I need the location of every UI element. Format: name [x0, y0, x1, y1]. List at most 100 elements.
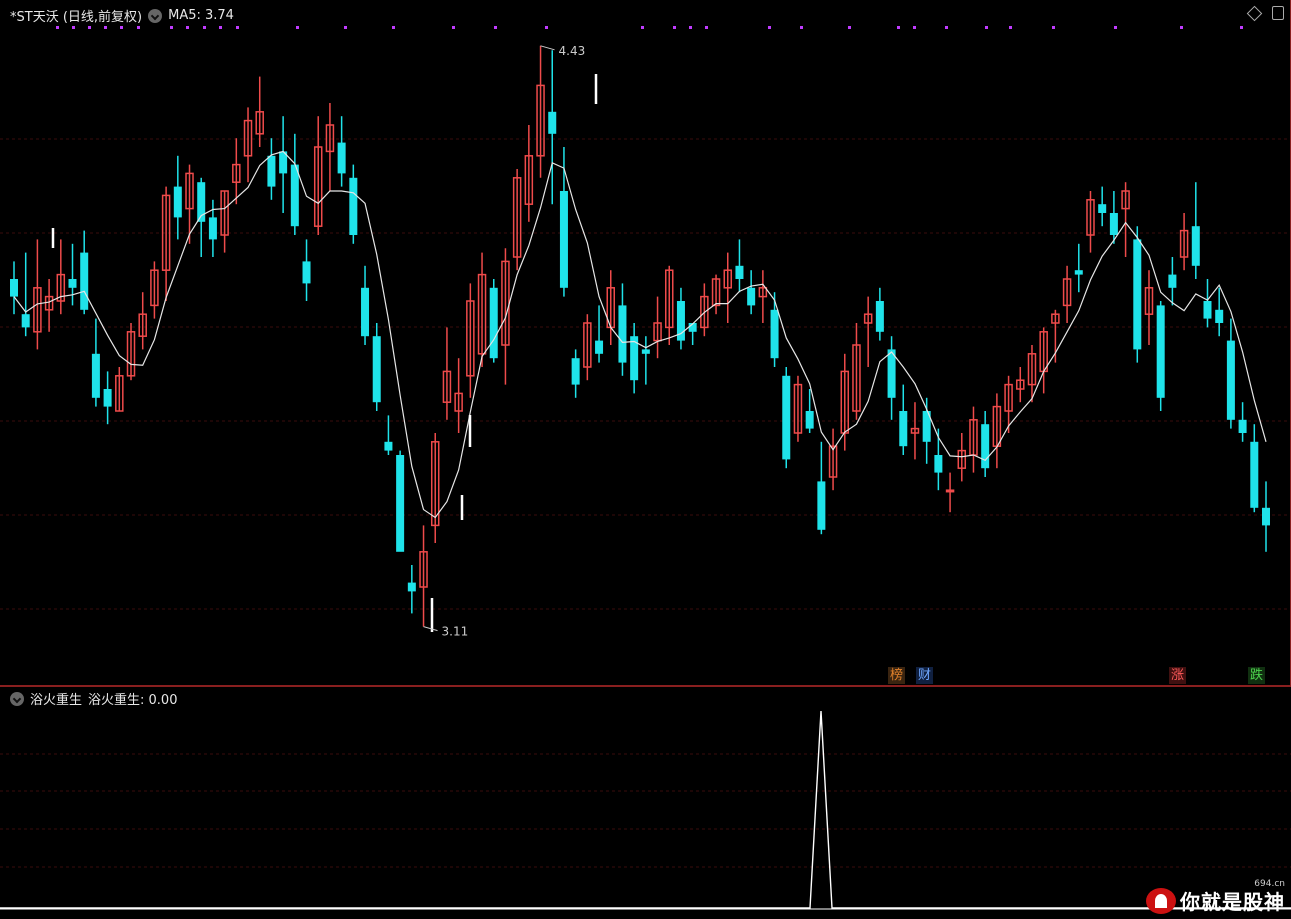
indicator-legend: 浴火重生 浴火重生: 0.00 — [10, 689, 177, 708]
candle-body — [641, 349, 650, 354]
signal-dot — [56, 26, 59, 29]
signal-dot — [296, 26, 299, 29]
candle-body — [1250, 441, 1259, 508]
chart-title: *ST天沃 (日线,前复权) — [10, 10, 143, 25]
candle-body — [559, 191, 568, 288]
main-legend: *ST天沃 (日线,前复权) MA5: 3.74 — [10, 6, 234, 25]
candle-body — [1109, 213, 1118, 235]
signal-dot — [219, 26, 222, 29]
signal-dot — [848, 26, 851, 29]
signal-dot — [104, 26, 107, 29]
indicator-chart — [0, 710, 1291, 910]
signal-dot — [945, 26, 948, 29]
candle-body — [618, 305, 627, 363]
candle-body — [571, 358, 580, 385]
candle-body — [302, 261, 311, 284]
signal-dot — [689, 26, 692, 29]
signal-dot — [1180, 26, 1183, 29]
candle-body — [805, 411, 814, 429]
candle-body — [91, 353, 100, 398]
candle-body — [595, 340, 604, 354]
watermark-logo-icon — [1146, 887, 1176, 914]
badge-die[interactable]: 跌 — [1248, 667, 1266, 684]
candle-body — [10, 279, 18, 297]
high-arrow — [540, 45, 555, 51]
candle-body — [68, 279, 77, 288]
signal-dot — [344, 26, 347, 29]
signal-dot — [203, 26, 206, 29]
signal-dot — [1114, 26, 1117, 29]
candle-body — [1215, 309, 1224, 323]
candle-body — [548, 111, 557, 134]
low-label: 3.11 — [442, 625, 469, 639]
candle-body — [981, 424, 990, 469]
signal-dot — [236, 26, 239, 29]
candle-body — [489, 287, 498, 359]
candle-body — [770, 309, 779, 359]
maximize-icon[interactable] — [1272, 6, 1284, 20]
candle-body — [1156, 305, 1165, 398]
candle-body — [267, 155, 276, 187]
signal-dot — [1052, 26, 1055, 29]
candle-body — [173, 186, 182, 218]
indicator-line — [0, 710, 1291, 909]
candle-body — [208, 217, 217, 240]
signal-dot — [137, 26, 140, 29]
signal-dot — [768, 26, 771, 29]
signal-dot — [120, 26, 123, 29]
ma5-readout: MA5: 3.74 — [168, 8, 234, 23]
candle-body — [1203, 301, 1212, 319]
badge-cai[interactable]: 财 — [916, 667, 934, 684]
candle-body — [21, 314, 30, 328]
badge-zhang[interactable]: 涨 — [1169, 667, 1187, 684]
signal-dot — [88, 26, 91, 29]
signal-dot — [494, 26, 497, 29]
signal-dot — [452, 26, 455, 29]
chevron-down-icon[interactable] — [10, 691, 24, 706]
candle-body — [349, 177, 358, 235]
signal-dot — [800, 26, 803, 29]
signal-dot — [1009, 26, 1012, 29]
candle-body — [80, 252, 89, 310]
candle-body — [290, 164, 299, 227]
candle-body — [384, 441, 393, 451]
indicator-name: 浴火重生 — [30, 693, 83, 708]
candlestick-chart[interactable]: 4.43 3.11 — [0, 0, 1289, 686]
candle-body — [103, 389, 112, 407]
candle-body — [887, 349, 896, 398]
candle-body — [407, 582, 416, 592]
candle-body — [1074, 270, 1083, 275]
candle-body — [1226, 340, 1235, 420]
signal-dot — [913, 26, 916, 29]
candle-body — [1238, 419, 1247, 433]
badge-bang[interactable]: 榜 — [888, 667, 906, 684]
candle-body — [1133, 239, 1142, 350]
candle-body — [817, 481, 826, 530]
signal-dot — [186, 26, 189, 29]
candle-body — [735, 265, 744, 279]
signal-dot — [545, 26, 548, 29]
candle-body — [1098, 204, 1107, 213]
candle-body — [1191, 226, 1200, 266]
candle-body — [396, 455, 405, 552]
watermark-text: 你就是股神 — [1180, 890, 1285, 914]
candle-body — [899, 411, 908, 447]
candle-body — [945, 489, 955, 493]
candle-body — [747, 287, 756, 306]
candle-body — [1168, 274, 1177, 288]
signal-dot — [641, 26, 644, 29]
stock-chart-window: 4.43 3.11 *ST天沃 (日线,前复权) MA5: 3.74 榜 财 涨 … — [0, 0, 1291, 919]
diamond-icon[interactable] — [1246, 5, 1263, 21]
window-controls — [1246, 5, 1284, 21]
low-arrow — [423, 626, 438, 632]
candle-body — [372, 336, 381, 403]
signal-dot — [72, 26, 75, 29]
chevron-down-icon[interactable] — [148, 8, 163, 23]
main-chart-panel[interactable]: 4.43 3.11 *ST天沃 (日线,前复权) MA5: 3.74 榜 财 涨 … — [0, 0, 1291, 686]
signal-dot — [897, 26, 900, 29]
signal-dot — [673, 26, 676, 29]
candle-body — [782, 375, 791, 460]
signal-dot — [705, 26, 708, 29]
indicator-panel[interactable]: 浴火重生 浴火重生: 0.00 — [0, 687, 1291, 919]
candle-body — [361, 287, 370, 337]
